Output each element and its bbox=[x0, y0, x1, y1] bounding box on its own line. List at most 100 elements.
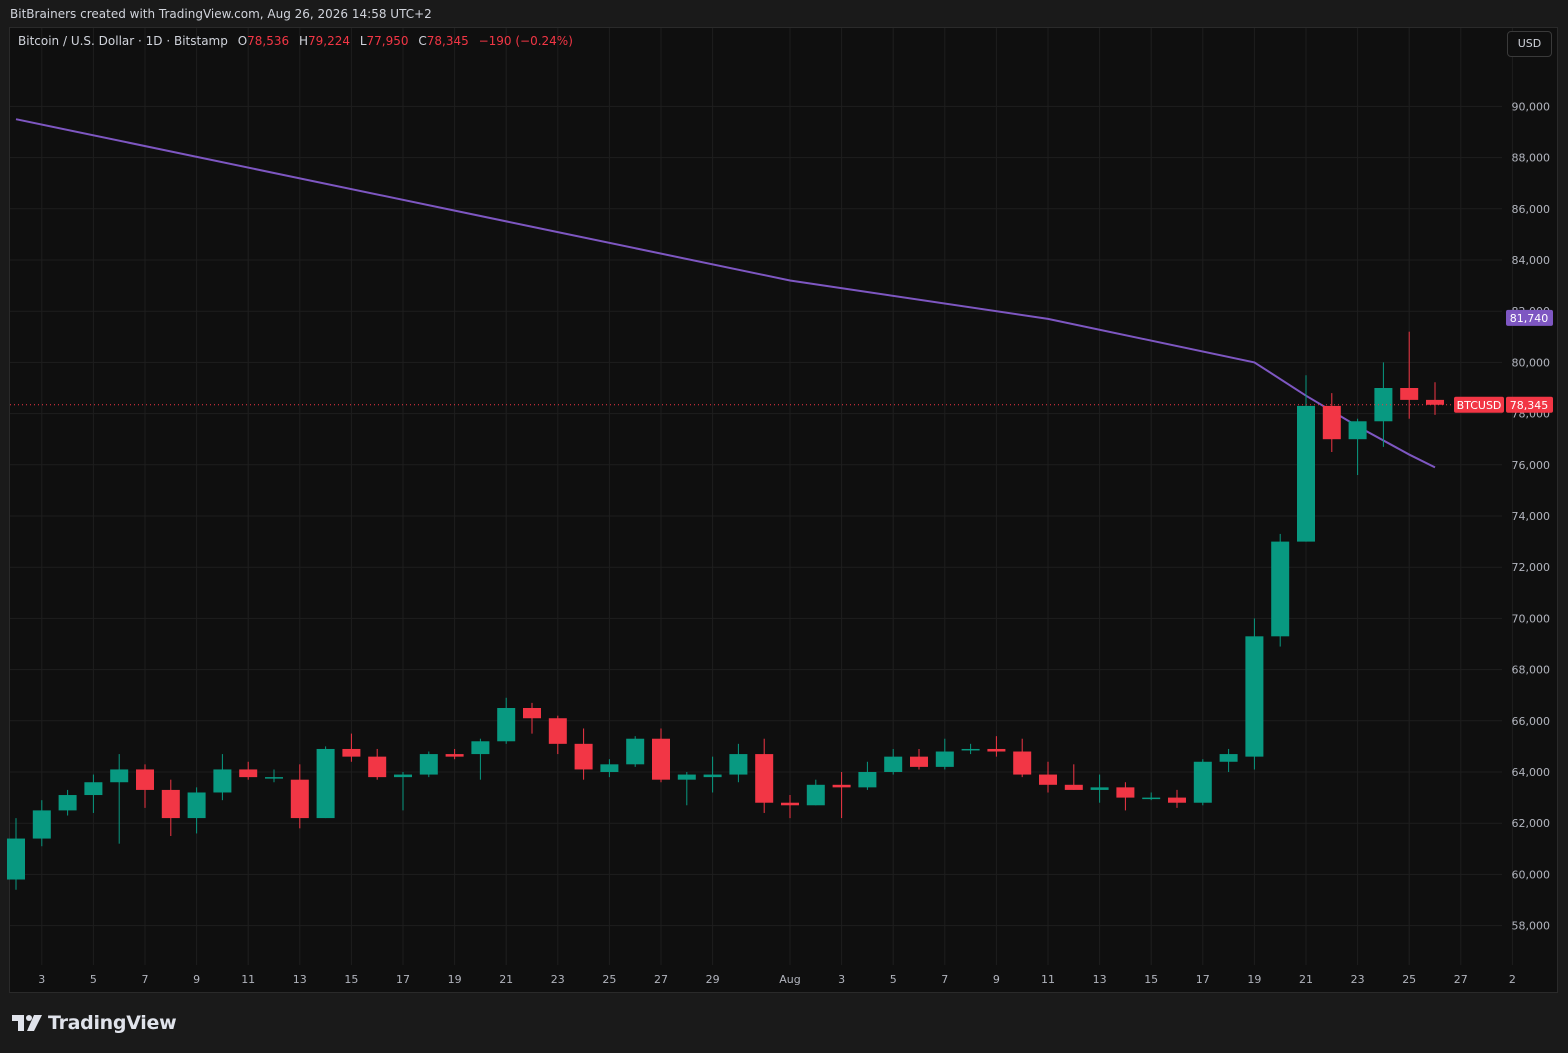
candle-body bbox=[1271, 541, 1290, 637]
y-tick-label: 60,000 bbox=[1512, 868, 1551, 881]
x-tick-label: 17 bbox=[396, 973, 410, 986]
open-key: O bbox=[237, 34, 248, 48]
candle-body bbox=[574, 743, 593, 770]
price-chart[interactable]: 58,000 60,000 62,000 64,000 66,000 68,000 70,0… bbox=[0, 0, 1568, 1053]
candle-body bbox=[497, 708, 516, 742]
y-tick-label: 58,000 bbox=[1512, 920, 1551, 933]
candle-body bbox=[1116, 787, 1135, 798]
y-tick-label: 76,000 bbox=[1512, 459, 1551, 472]
candle-body bbox=[703, 774, 722, 778]
candle-body bbox=[755, 754, 774, 803]
candle-body bbox=[239, 769, 258, 778]
y-tick-label: 74,000 bbox=[1512, 510, 1551, 523]
candle-body bbox=[419, 754, 438, 775]
x-tick-label: 5 bbox=[90, 973, 97, 986]
time-axis[interactable]: 3 5 7 9 11 13 15 17 19 21 23 25 27 29 Aug 3 5 7 9 11 13 15 17 1… bbox=[38, 973, 1516, 986]
last-price-tag-label: 78,345 bbox=[1510, 399, 1549, 412]
candle-body bbox=[445, 754, 464, 757]
candle-body bbox=[548, 718, 567, 744]
x-tick-label: 23 bbox=[551, 973, 565, 986]
candle-body bbox=[1168, 797, 1186, 803]
x-tick-label: 25 bbox=[602, 973, 616, 986]
candle-body bbox=[161, 789, 180, 819]
low-key: L bbox=[359, 34, 367, 48]
x-tick-label: 21 bbox=[1299, 973, 1313, 986]
x-tick-label: 13 bbox=[1093, 973, 1107, 986]
candle-body bbox=[987, 748, 1006, 752]
candle-body bbox=[910, 756, 928, 767]
y-tick-label: 86,000 bbox=[1512, 203, 1551, 216]
candle-body bbox=[316, 748, 335, 819]
candle-body bbox=[1297, 405, 1315, 542]
candle-body bbox=[652, 738, 670, 780]
x-tick-label: 7 bbox=[142, 973, 149, 986]
y-tick-label: 88,000 bbox=[1512, 152, 1551, 165]
candle-body bbox=[858, 772, 877, 788]
candle-body bbox=[1348, 421, 1367, 440]
candle-body bbox=[935, 751, 954, 767]
symbol-tag-label: BTCUSD bbox=[1457, 399, 1502, 412]
currency-button[interactable]: USD bbox=[1507, 31, 1552, 57]
candle-body bbox=[394, 774, 412, 778]
candle-body bbox=[1064, 784, 1083, 790]
symbol-name[interactable]: Bitcoin / U.S. Dollar · 1D · Bitstamp bbox=[18, 34, 228, 48]
x-tick-label: 19 bbox=[448, 973, 462, 986]
candle-body bbox=[1090, 787, 1109, 790]
x-tick-label: 29 bbox=[706, 973, 720, 986]
x-tick-label: 5 bbox=[890, 973, 897, 986]
candle-body bbox=[84, 782, 103, 796]
x-tick-label: 3 bbox=[838, 973, 845, 986]
candle-body bbox=[1039, 774, 1057, 785]
candle-body bbox=[729, 754, 748, 775]
x-tick-label: 19 bbox=[1247, 973, 1261, 986]
footer-brand: TradingView bbox=[48, 1012, 177, 1034]
candle-body bbox=[1322, 405, 1341, 440]
candle-body bbox=[1426, 399, 1444, 405]
ma-value-tag-label: 81,740 bbox=[1510, 312, 1549, 325]
x-tick-label: 11 bbox=[1041, 973, 1055, 986]
y-tick-label: 68,000 bbox=[1512, 664, 1551, 677]
candle-body bbox=[677, 774, 696, 780]
candle-body bbox=[961, 748, 980, 751]
y-tick-label: 80,000 bbox=[1512, 356, 1551, 369]
candle-body bbox=[1245, 636, 1264, 757]
candle-body bbox=[187, 792, 206, 819]
close-key: C bbox=[418, 34, 427, 48]
candle-body bbox=[58, 795, 77, 811]
x-tick-label: 15 bbox=[1144, 973, 1158, 986]
candle-body bbox=[265, 777, 283, 779]
x-tick-label: 7 bbox=[941, 973, 948, 986]
tradingview-logo[interactable]: TradingView bbox=[12, 1010, 177, 1036]
price-axis[interactable]: 58,000 60,000 62,000 64,000 66,000 68,000 70,0… bbox=[1512, 100, 1551, 932]
x-tick-label: Aug bbox=[779, 973, 800, 986]
candles-layer bbox=[7, 331, 1444, 890]
low-value: 77,950 bbox=[366, 34, 409, 48]
candle-body bbox=[1374, 388, 1393, 422]
candle-body bbox=[884, 756, 903, 772]
y-tick-label: 64,000 bbox=[1512, 766, 1551, 779]
high-value: 79,224 bbox=[308, 34, 350, 48]
x-tick-label: 25 bbox=[1402, 973, 1416, 986]
candle-body bbox=[806, 784, 825, 806]
candle-body bbox=[290, 779, 309, 819]
candle-body bbox=[1193, 761, 1212, 803]
y-tick-label: 90,000 bbox=[1512, 100, 1551, 113]
x-tick-label: 27 bbox=[654, 973, 668, 986]
high-key: H bbox=[298, 34, 308, 48]
tradingview-logo-icon bbox=[12, 1015, 42, 1031]
candle-body bbox=[110, 769, 129, 783]
y-tick-label: 84,000 bbox=[1512, 254, 1551, 267]
x-tick-label: 23 bbox=[1351, 973, 1365, 986]
symbol-legend: Bitcoin / U.S. Dollar · 1D · Bitstamp O 7… bbox=[18, 34, 573, 48]
candle-body bbox=[523, 708, 541, 719]
candle-body bbox=[626, 738, 645, 765]
x-tick-label: 27 bbox=[1454, 973, 1468, 986]
candle-body bbox=[781, 802, 799, 806]
candle-body bbox=[471, 741, 490, 755]
y-tick-label: 66,000 bbox=[1512, 715, 1551, 728]
candle-body bbox=[32, 810, 51, 839]
candle-body bbox=[1219, 754, 1238, 762]
candle-body bbox=[213, 769, 232, 793]
candle-body bbox=[7, 838, 25, 880]
x-tick-label: 11 bbox=[241, 973, 255, 986]
